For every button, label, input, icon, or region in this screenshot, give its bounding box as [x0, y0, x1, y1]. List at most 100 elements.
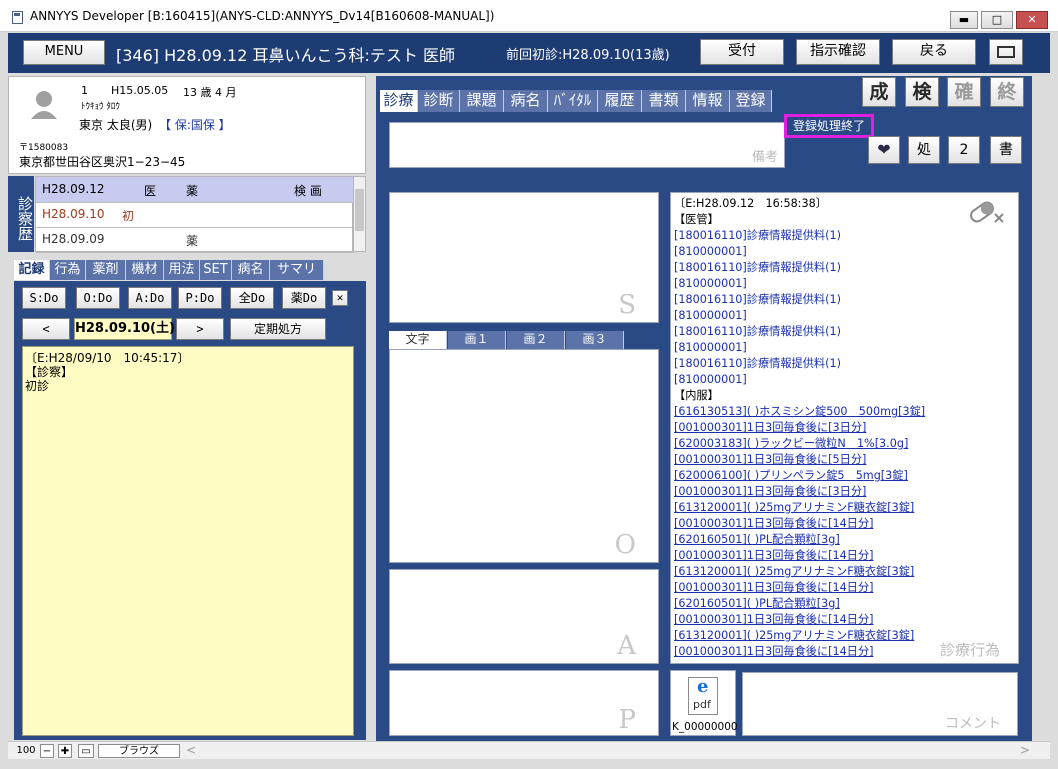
order-line[interactable]: 〔E:H28.09.12 16:58:38〕	[674, 196, 1015, 212]
tab-documents[interactable]: 書類	[642, 90, 686, 112]
tab-image1[interactable]: 画１	[448, 331, 506, 349]
order-line[interactable]: [613120001]( )25mgアリナミンF糖衣錠[3錠]	[674, 500, 1015, 516]
order-line[interactable]: [810000001]	[674, 340, 1015, 356]
tab-register[interactable]: 登録	[730, 90, 772, 112]
order-line[interactable]: [180016110]診療情報提供料(1)	[674, 260, 1015, 276]
order-line[interactable]: [001000301]1日3回毎食後に[5日分]	[674, 452, 1015, 468]
all-do-button[interactable]: 全Do	[230, 287, 274, 309]
plan-box[interactable]: P	[389, 670, 659, 736]
tab-issue[interactable]: 課題	[460, 90, 504, 112]
menu-button[interactable]: MENU	[23, 40, 105, 65]
memo-field[interactable]: 備考	[389, 122, 785, 168]
date-next-button[interactable]: >	[176, 318, 224, 340]
scroll-left-arrow[interactable]: <	[186, 743, 196, 757]
objective-box[interactable]: O	[389, 349, 659, 563]
order-line[interactable]: [620003183]( )ラックビー微粒N 1%[3.0g]	[674, 436, 1015, 452]
scrollbar-thumb[interactable]	[355, 189, 364, 231]
assessment-box[interactable]: A	[389, 569, 659, 664]
history-header-date: H28.09.12	[42, 182, 105, 196]
tab-image2[interactable]: 画２	[507, 331, 565, 349]
tab-summary[interactable]: サマリ	[270, 260, 324, 280]
tab-usage[interactable]: 用法	[164, 260, 200, 280]
current-date-field[interactable]: H28.09.10(土)	[74, 318, 175, 340]
tab-disease[interactable]: 病名	[232, 260, 270, 280]
orders-list[interactable]: 〔E:H28.09.12 16:58:38〕 【医管】 [180016110]診療情…	[670, 192, 1019, 664]
order-line[interactable]: [810000001]	[674, 244, 1015, 260]
order-line[interactable]: [810000001]	[674, 308, 1015, 324]
heart-button[interactable]: ❤	[868, 136, 900, 164]
order-line[interactable]: [810000001]	[674, 372, 1015, 388]
form-view-button[interactable]: ▭	[78, 744, 94, 758]
document-button[interactable]: 書	[990, 136, 1022, 164]
order-line[interactable]: [620160501]( )PL配合顆粒[3g]	[674, 532, 1015, 548]
order-line[interactable]: [001000301]1日3回毎食後に[14日分]	[674, 548, 1015, 564]
o-do-button[interactable]: O:Do	[76, 287, 120, 309]
date-prev-button[interactable]: <	[22, 318, 70, 340]
scroll-right-arrow[interactable]: >	[1020, 743, 1030, 757]
tab-history[interactable]: 履歴	[598, 90, 642, 112]
tab-disease-name[interactable]: 病名	[504, 90, 548, 112]
drug-do-button[interactable]: 薬Do	[282, 287, 326, 309]
instruction-confirm-button[interactable]: 指示確認	[796, 39, 880, 65]
history-scrollbar[interactable]	[353, 176, 366, 252]
order-line[interactable]: 【内服】	[674, 388, 1015, 404]
browse-mode[interactable]: ブラウズ	[98, 744, 180, 758]
tab-set[interactable]: SET	[200, 260, 232, 280]
sei-button[interactable]: 成	[862, 77, 896, 107]
zoom-out-button[interactable]: −	[40, 744, 54, 758]
history-label: 診察歴	[8, 176, 34, 252]
tab-drug[interactable]: 薬剤	[86, 260, 126, 280]
order-line[interactable]: [180016110]診療情報提供料(1)	[674, 356, 1015, 372]
screen-toggle-button[interactable]	[989, 39, 1023, 65]
order-line[interactable]: [810000001]	[674, 276, 1015, 292]
maximize-button[interactable]: □	[981, 11, 1013, 29]
confirm-button[interactable]: 確	[947, 77, 981, 107]
comment-field[interactable]: コメント	[742, 672, 1018, 736]
tab-image3[interactable]: 画３	[566, 331, 624, 349]
tab-vital[interactable]: ﾊﾞｲﾀﾙ	[548, 90, 598, 112]
s-do-button[interactable]: S:Do	[22, 287, 66, 309]
order-line[interactable]: [613120001]( )25mgアリナミンF糖衣錠[3錠]	[674, 564, 1015, 580]
order-line[interactable]: 【医管】	[674, 212, 1015, 228]
tab-info[interactable]: 情報	[686, 90, 730, 112]
attachment-thumbnail[interactable]: e pdf K_00000000	[670, 670, 738, 736]
order-line[interactable]: [001000301]1日3回毎食後に[3日分]	[674, 420, 1015, 436]
prescription-button[interactable]: 処	[908, 136, 940, 164]
clinical-notes[interactable]: 〔E:H28/09/10 10:45:17〕 【診察】 初診	[22, 346, 354, 736]
finish-button[interactable]: 終	[990, 77, 1024, 107]
history-row[interactable]: H28.09.10 初	[36, 202, 354, 228]
order-line[interactable]: [001000301]1日3回毎食後に[14日分]	[674, 580, 1015, 596]
minimize-button[interactable]: ▬	[950, 11, 978, 29]
order-line[interactable]: [001000301]1日3回毎食後に[14日分]	[674, 516, 1015, 532]
fixed-prescription-button[interactable]: 定期処方	[230, 318, 326, 340]
close-small-button[interactable]: ✕	[332, 290, 348, 306]
patient-age: 13 歳 4 月	[183, 86, 237, 99]
order-line[interactable]: [001000301]1日3回毎食後に[14日分]	[674, 612, 1015, 628]
zoom-in-button[interactable]: ✚	[58, 744, 72, 758]
tab-diagnosis[interactable]: 診断	[418, 90, 460, 112]
order-line[interactable]: [180016110]診療情報提供料(1)	[674, 324, 1015, 340]
pill-icon[interactable]	[968, 199, 1006, 225]
subjective-box[interactable]: S	[389, 192, 659, 323]
page2-button[interactable]: 2	[948, 136, 980, 164]
tab-care[interactable]: 診療	[380, 90, 418, 112]
tab-record[interactable]: 記録	[14, 260, 50, 280]
tab-material[interactable]: 機材	[126, 260, 164, 280]
tab-action[interactable]: 行為	[50, 260, 86, 280]
order-line[interactable]: [001000301]1日3回毎食後に[3日分]	[674, 484, 1015, 500]
order-line[interactable]: [616130513]( )ホスミシン錠500 500mg[3錠]	[674, 404, 1015, 420]
p-do-button[interactable]: P:Do	[178, 287, 222, 309]
a-do-button[interactable]: A:Do	[128, 287, 172, 309]
form-icon: ▭	[81, 746, 91, 757]
back-button[interactable]: 戻る	[892, 39, 976, 65]
order-line[interactable]: [180016110]診療情報提供料(1)	[674, 228, 1015, 244]
order-line[interactable]: [620006100]( )プリンペラン錠5 5mg[3錠]	[674, 468, 1015, 484]
ken-button[interactable]: 検	[905, 77, 939, 107]
history-row[interactable]: H28.09.09 薬	[36, 227, 354, 253]
close-window-button[interactable]: ✕	[1016, 11, 1048, 29]
order-line[interactable]: [620160501]( )PL配合顆粒[3g]	[674, 596, 1015, 612]
heart-icon: ❤	[877, 140, 891, 159]
tab-text[interactable]: 文字	[389, 331, 447, 349]
reception-button[interactable]: 受付	[700, 39, 784, 65]
order-line[interactable]: [180016110]診療情報提供料(1)	[674, 292, 1015, 308]
